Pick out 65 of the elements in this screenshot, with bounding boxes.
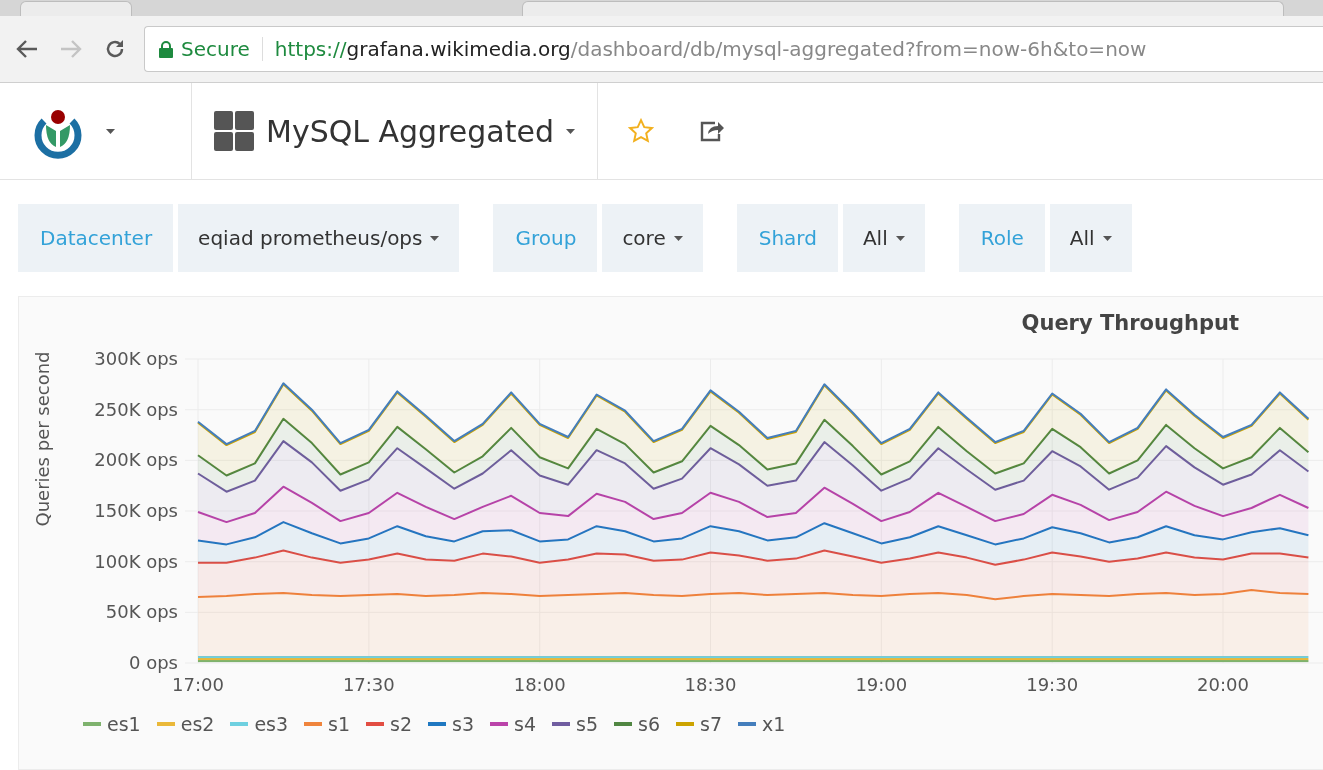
y-tick-label: 300K ops [94,348,178,369]
legend-label: x1 [762,713,786,735]
caret-icon [673,235,683,241]
back-arrow-icon [16,39,38,59]
variable-label: Shard [736,204,838,272]
lock-icon [159,40,173,58]
legend-item[interactable]: es2 [156,713,215,735]
legend-item[interactable]: s2 [366,713,413,735]
legend-label: es1 [107,713,141,735]
y-tick-label: 250K ops [94,398,178,420]
y-axis-title: Queries per second [32,351,53,527]
y-tick-label: 200K ops [94,449,178,471]
legend-item[interactable]: es3 [230,713,289,735]
caret-icon [430,235,440,241]
variable-label: Group [493,204,598,272]
dashboard-title-button[interactable]: MySQL Aggregated [214,111,575,151]
variable-dropdown[interactable]: All [842,204,925,272]
legend-label: es3 [254,713,289,735]
legend-item[interactable]: s3 [428,713,475,735]
caret-icon [106,128,115,134]
legend-label: s4 [514,713,537,735]
legend-item[interactable]: s4 [490,713,537,735]
legend-label: s3 [452,713,475,735]
y-tick-label: 0 ops [129,652,178,673]
caret-icon [895,235,905,241]
variable-label: Role [958,204,1045,272]
url-scheme: https:// [274,37,347,61]
variable-dropdown[interactable]: All [1049,204,1132,272]
panel-title: Query Throughput [1021,311,1239,335]
dashboard-grid-icon [214,111,254,151]
y-tick-label: 50K ops [105,601,178,623]
legend-label: s2 [390,713,413,735]
x-tick-label: 18:00 [513,674,566,695]
url-host: grafana.wikimedia.org [346,37,571,61]
caret-icon [566,128,575,134]
legend-label: s1 [328,713,351,735]
legend-item[interactable]: s1 [304,713,351,735]
forward-arrow-icon [60,39,82,59]
legend-item[interactable]: x1 [738,713,786,735]
legend-label: es2 [180,713,215,735]
y-tick-label: 100K ops [94,550,178,572]
star-icon [628,118,654,144]
x-tick-label: 17:30 [342,674,395,695]
legend-item[interactable]: s6 [614,713,661,735]
legend-label: s5 [576,713,599,735]
legend-label: s6 [638,713,661,735]
secure-label: Secure [181,37,250,61]
url-path: /dashboard/db/mysql-aggregated?from=now-6h&to=now [570,37,1147,61]
address-bar[interactable]: Secure https://grafana.wikimedia.org/dashboard/db/mysql-aggregated?from=now-6h&to=now [144,26,1323,72]
caret-icon [1102,235,1112,241]
y-tick-label: 150K ops [94,500,178,521]
share-icon [700,120,724,142]
variable-dropdown[interactable]: eqiad prometheus/ops [178,204,460,272]
legend-item[interactable]: es1 [83,713,141,735]
x-tick-label: 18:30 [684,674,737,695]
legend-label: s7 [700,713,723,735]
x-tick-label: 20:00 [1197,674,1249,695]
variable-dropdown[interactable]: core [602,204,703,272]
x-tick-label: 17:00 [172,674,224,695]
variable-label: Datacenter [18,204,174,272]
x-tick-label: 19:30 [1026,674,1079,695]
x-tick-label: 19:00 [855,674,908,695]
legend-item[interactable]: s7 [676,713,723,735]
reload-icon [104,38,126,60]
legend-item[interactable]: s5 [552,713,599,735]
